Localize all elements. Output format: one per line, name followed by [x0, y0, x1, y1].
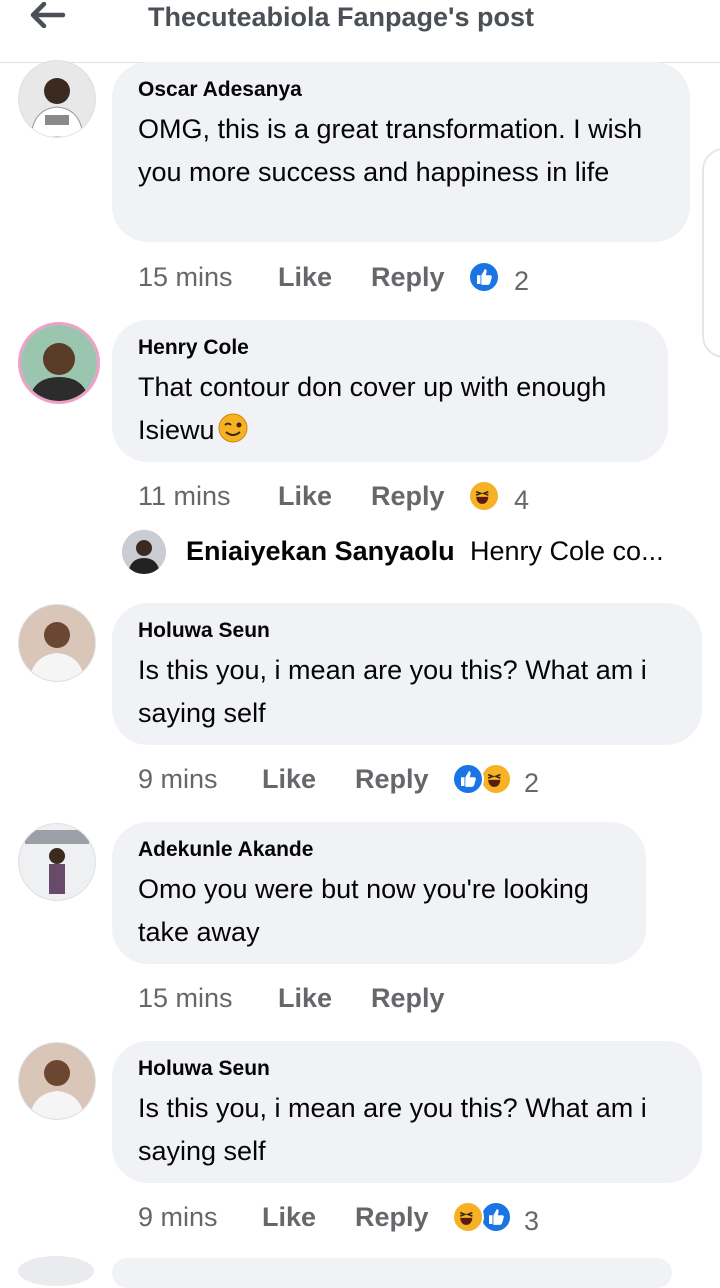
comment-bubble: Holuwa Seun Is this you, i mean are you …	[112, 603, 702, 745]
reaction-count: 3	[524, 1206, 540, 1236]
avatar[interactable]	[18, 1256, 94, 1286]
comment-time: 15 mins	[138, 983, 233, 1013]
comment-author[interactable]: Henry Cole	[138, 336, 642, 360]
haha-reaction-icon	[468, 480, 500, 512]
comment-meta: 9 mins Like Reply 3	[138, 1197, 558, 1237]
like-reaction-icon	[468, 261, 500, 293]
comment-meta: 15 mins Like Reply 2	[138, 257, 558, 297]
avatar[interactable]	[122, 530, 166, 574]
comment-bubble: Adekunle Akande Omo you were but now you…	[112, 822, 646, 964]
comment-text: Is this you, i mean are you this? What a…	[138, 1093, 647, 1166]
reaction-summary[interactable]: 2	[468, 261, 548, 296]
like-button[interactable]: Like	[262, 759, 316, 799]
avatar[interactable]	[18, 823, 96, 901]
like-button[interactable]: Like	[278, 978, 332, 1018]
reply-button[interactable]: Reply	[371, 978, 445, 1018]
comment-author[interactable]: Adekunle Akande	[138, 838, 620, 862]
like-reaction-icon	[480, 1201, 512, 1233]
avatar[interactable]	[18, 1042, 96, 1120]
avatar[interactable]	[18, 322, 100, 404]
post-header: Thecuteabiola Fanpage's post	[0, 0, 720, 63]
haha-reaction-icon	[452, 1201, 484, 1233]
comment-text: Is this you, i mean are you this? What a…	[138, 655, 647, 728]
reaction-summary[interactable]: 2	[452, 763, 552, 798]
reaction-count: 4	[514, 485, 530, 515]
wink-face-emoji	[217, 412, 249, 444]
comment-time: 15 mins	[138, 262, 233, 292]
comment-meta: 15 mins Like Reply	[138, 978, 558, 1018]
avatar[interactable]	[18, 60, 96, 138]
comment-text: OMG, this is a great transformation. I w…	[138, 114, 643, 187]
reply-button[interactable]: Reply	[355, 759, 429, 799]
comment-bubble: Holuwa Seun Is this you, i mean are you …	[112, 1041, 702, 1183]
like-button[interactable]: Like	[278, 257, 332, 297]
like-reaction-icon	[452, 763, 484, 795]
reply-text: Henry Cole co...	[470, 536, 664, 566]
scroll-edge-card	[702, 148, 720, 358]
reaction-count: 2	[514, 266, 530, 296]
like-button[interactable]: Like	[262, 1197, 316, 1237]
comment-bubble: Oscar Adesanya OMG, this is a great tran…	[112, 62, 690, 242]
comment-meta: 9 mins Like Reply 2	[138, 759, 558, 799]
arrow-left-icon[interactable]	[30, 1, 66, 29]
avatar[interactable]	[18, 604, 96, 682]
comment-author[interactable]: Holuwa Seun	[138, 619, 676, 643]
reaction-summary[interactable]: 4	[468, 480, 548, 515]
reply-preview[interactable]: Eniaiyekan Sanyaolu Henry Cole co...	[122, 530, 712, 580]
haha-reaction-icon	[480, 763, 512, 795]
reaction-count: 2	[524, 768, 540, 798]
reply-button[interactable]: Reply	[371, 476, 445, 516]
comment-text: Omo you were but now you're looking take…	[138, 874, 589, 947]
comment-time: 9 mins	[138, 1202, 218, 1232]
comment-bubble	[112, 1258, 672, 1288]
comment-text: That contour don cover up with enough Is…	[138, 372, 607, 445]
reply-button[interactable]: Reply	[371, 257, 445, 297]
reaction-summary[interactable]: 3	[452, 1201, 552, 1236]
comment-time: 11 mins	[138, 481, 231, 511]
comment-meta: 11 mins Like Reply 4	[138, 476, 558, 516]
comment-author[interactable]: Holuwa Seun	[138, 1057, 676, 1081]
comment-bubble: Henry Cole That contour don cover up wit…	[112, 320, 668, 462]
reply-author[interactable]: Eniaiyekan Sanyaolu	[186, 536, 455, 567]
comment-author[interactable]: Oscar Adesanya	[138, 78, 664, 102]
like-button[interactable]: Like	[278, 476, 332, 516]
reply-button[interactable]: Reply	[355, 1197, 429, 1237]
page-title: Thecuteabiola Fanpage's post	[148, 2, 534, 32]
comment-time: 9 mins	[138, 764, 218, 794]
